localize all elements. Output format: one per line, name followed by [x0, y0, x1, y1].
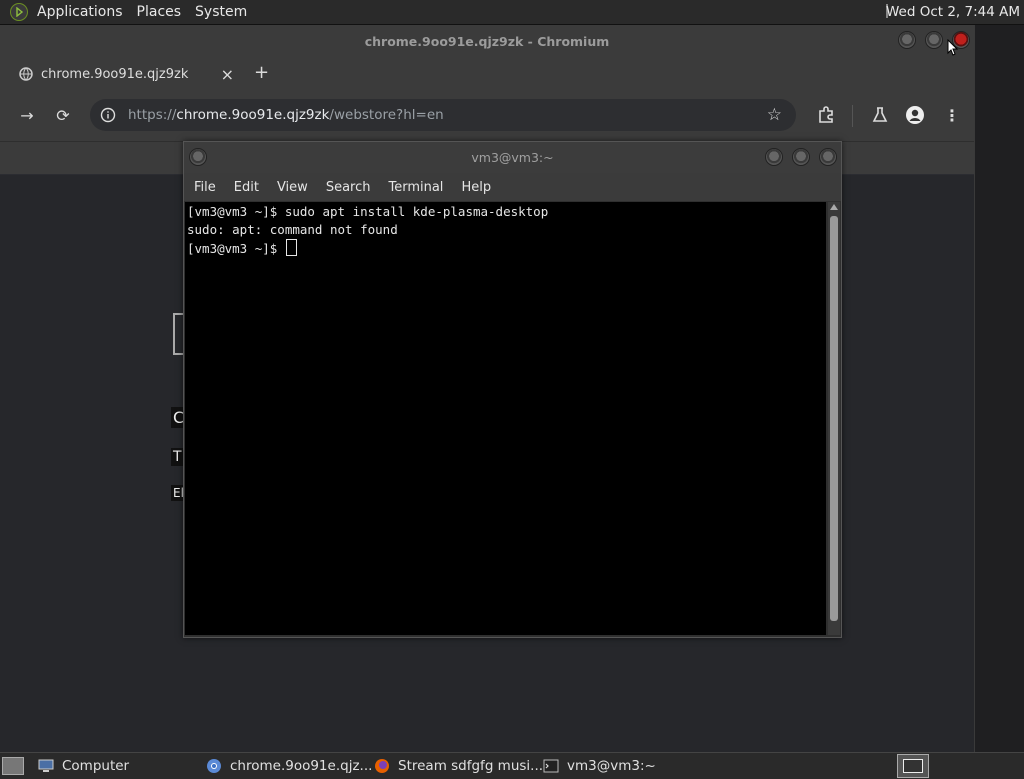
taskbar-item-terminal[interactable]: vm3@vm3:~ — [543, 756, 656, 776]
text-cursor — [285, 239, 297, 256]
taskbar-label: vm3@vm3:~ — [567, 758, 656, 774]
scrollbar-thumb[interactable] — [830, 216, 838, 621]
terminal-icon — [543, 758, 559, 774]
tab-title: chrome.9oo91e.qjz9zk — [41, 66, 189, 82]
more-menu-icon[interactable]: ⋮ — [943, 107, 961, 125]
terminal-titlebar[interactable]: vm3@vm3:~ — [184, 142, 841, 173]
terminal-window-title: vm3@vm3:~ — [471, 150, 554, 165]
applications-menu[interactable]: Applications — [30, 4, 130, 20]
terminal-line: [vm3@vm3 ~]$ sudo apt install kde-plasma… — [187, 204, 549, 219]
menu-view[interactable]: View — [271, 180, 320, 195]
taskbar-label: Stream sdfgfg musi... — [398, 758, 544, 774]
terminal-prompt: [vm3@vm3 ~]$ — [187, 241, 285, 256]
forward-arrow-icon[interactable]: → — [18, 107, 36, 125]
terminal-scrollbar[interactable] — [828, 202, 840, 635]
menu-terminal[interactable]: Terminal — [382, 180, 455, 195]
workspace-switcher[interactable] — [897, 754, 929, 778]
menu-search[interactable]: Search — [320, 180, 383, 195]
profile-avatar-icon[interactable] — [905, 105, 925, 125]
chromium-window-title: chrome.9oo91e.qjz9zk - Chromium — [364, 34, 610, 49]
maximize-button[interactable] — [925, 31, 943, 49]
url-path: /webstore?hl=en — [329, 107, 444, 123]
show-desktop-button[interactable] — [2, 757, 24, 775]
browser-toolbar: → ⟳ https://chrome.9oo91e.qjz9zk/webstor… — [0, 91, 974, 142]
chromium-icon — [206, 758, 222, 774]
site-info-icon[interactable] — [100, 107, 116, 123]
taskbar-item-computer[interactable]: Computer — [38, 756, 129, 776]
browser-tab[interactable]: chrome.9oo91e.qjz9zk × — [10, 59, 246, 89]
terminal-menubar: File Edit View Search Terminal Help — [184, 173, 841, 201]
reload-icon[interactable]: ⟳ — [54, 107, 72, 125]
terminal-window: vm3@vm3:~ File Edit View Search Terminal… — [183, 141, 842, 638]
address-bar[interactable]: https://chrome.9oo91e.qjz9zk/webstore?hl… — [90, 99, 796, 131]
firefox-icon — [374, 758, 390, 774]
url-text: https://chrome.9oo91e.qjz9zk/webstore?hl… — [128, 107, 444, 123]
tab-strip: chrome.9oo91e.qjz9zk × + — [0, 57, 974, 91]
url-scheme: https:// — [128, 107, 177, 123]
computer-icon — [38, 758, 54, 774]
terminal-output[interactable]: [vm3@vm3 ~]$ sudo apt install kde-plasma… — [185, 202, 826, 635]
top-panel: Applications Places System Wed Oct 2, 7:… — [0, 0, 1024, 25]
places-menu[interactable]: Places — [130, 4, 189, 20]
terminal-minimize-button[interactable] — [765, 148, 783, 166]
tab-close-icon[interactable]: × — [221, 65, 234, 84]
url-host: chrome.9oo91e.qjz9zk — [176, 107, 330, 123]
taskbar-item-chromium[interactable]: chrome.9oo91e.qjz... — [206, 756, 372, 776]
system-menu[interactable]: System — [188, 4, 254, 20]
menu-edit[interactable]: Edit — [228, 180, 271, 195]
taskbar-label: chrome.9oo91e.qjz... — [230, 758, 373, 774]
taskbar-label: Computer — [62, 758, 130, 774]
terminal-close-button[interactable] — [819, 148, 837, 166]
extensions-puzzle-icon[interactable] — [817, 106, 835, 124]
labs-flask-icon[interactable] — [871, 106, 889, 124]
desktop-background — [974, 25, 1024, 752]
page-text-fragment: T — [171, 448, 184, 466]
taskbar-item-firefox[interactable]: Stream sdfgfg musi... — [374, 756, 543, 776]
bookmark-star-icon[interactable]: ☆ — [767, 105, 782, 125]
gnome-foot-icon[interactable] — [10, 3, 28, 21]
terminal-line: sudo: apt: command not found — [187, 222, 398, 237]
menu-help[interactable]: Help — [455, 180, 503, 195]
mouse-cursor-icon — [947, 39, 959, 56]
terminal-maximize-button[interactable] — [792, 148, 810, 166]
minimize-button[interactable] — [898, 31, 916, 49]
bottom-taskbar: Computer chrome.9oo91e.qjz... Stream sdf… — [0, 752, 1024, 779]
new-tab-button[interactable]: + — [254, 62, 269, 83]
clock[interactable]: Wed Oct 2, 7:44 AM — [886, 4, 1020, 20]
toolbar-separator — [852, 105, 853, 127]
scroll-up-arrow-icon[interactable] — [830, 204, 838, 210]
menu-file[interactable]: File — [188, 180, 228, 195]
chromium-titlebar[interactable]: chrome.9oo91e.qjz9zk - Chromium — [0, 25, 974, 57]
globe-icon — [19, 67, 33, 81]
